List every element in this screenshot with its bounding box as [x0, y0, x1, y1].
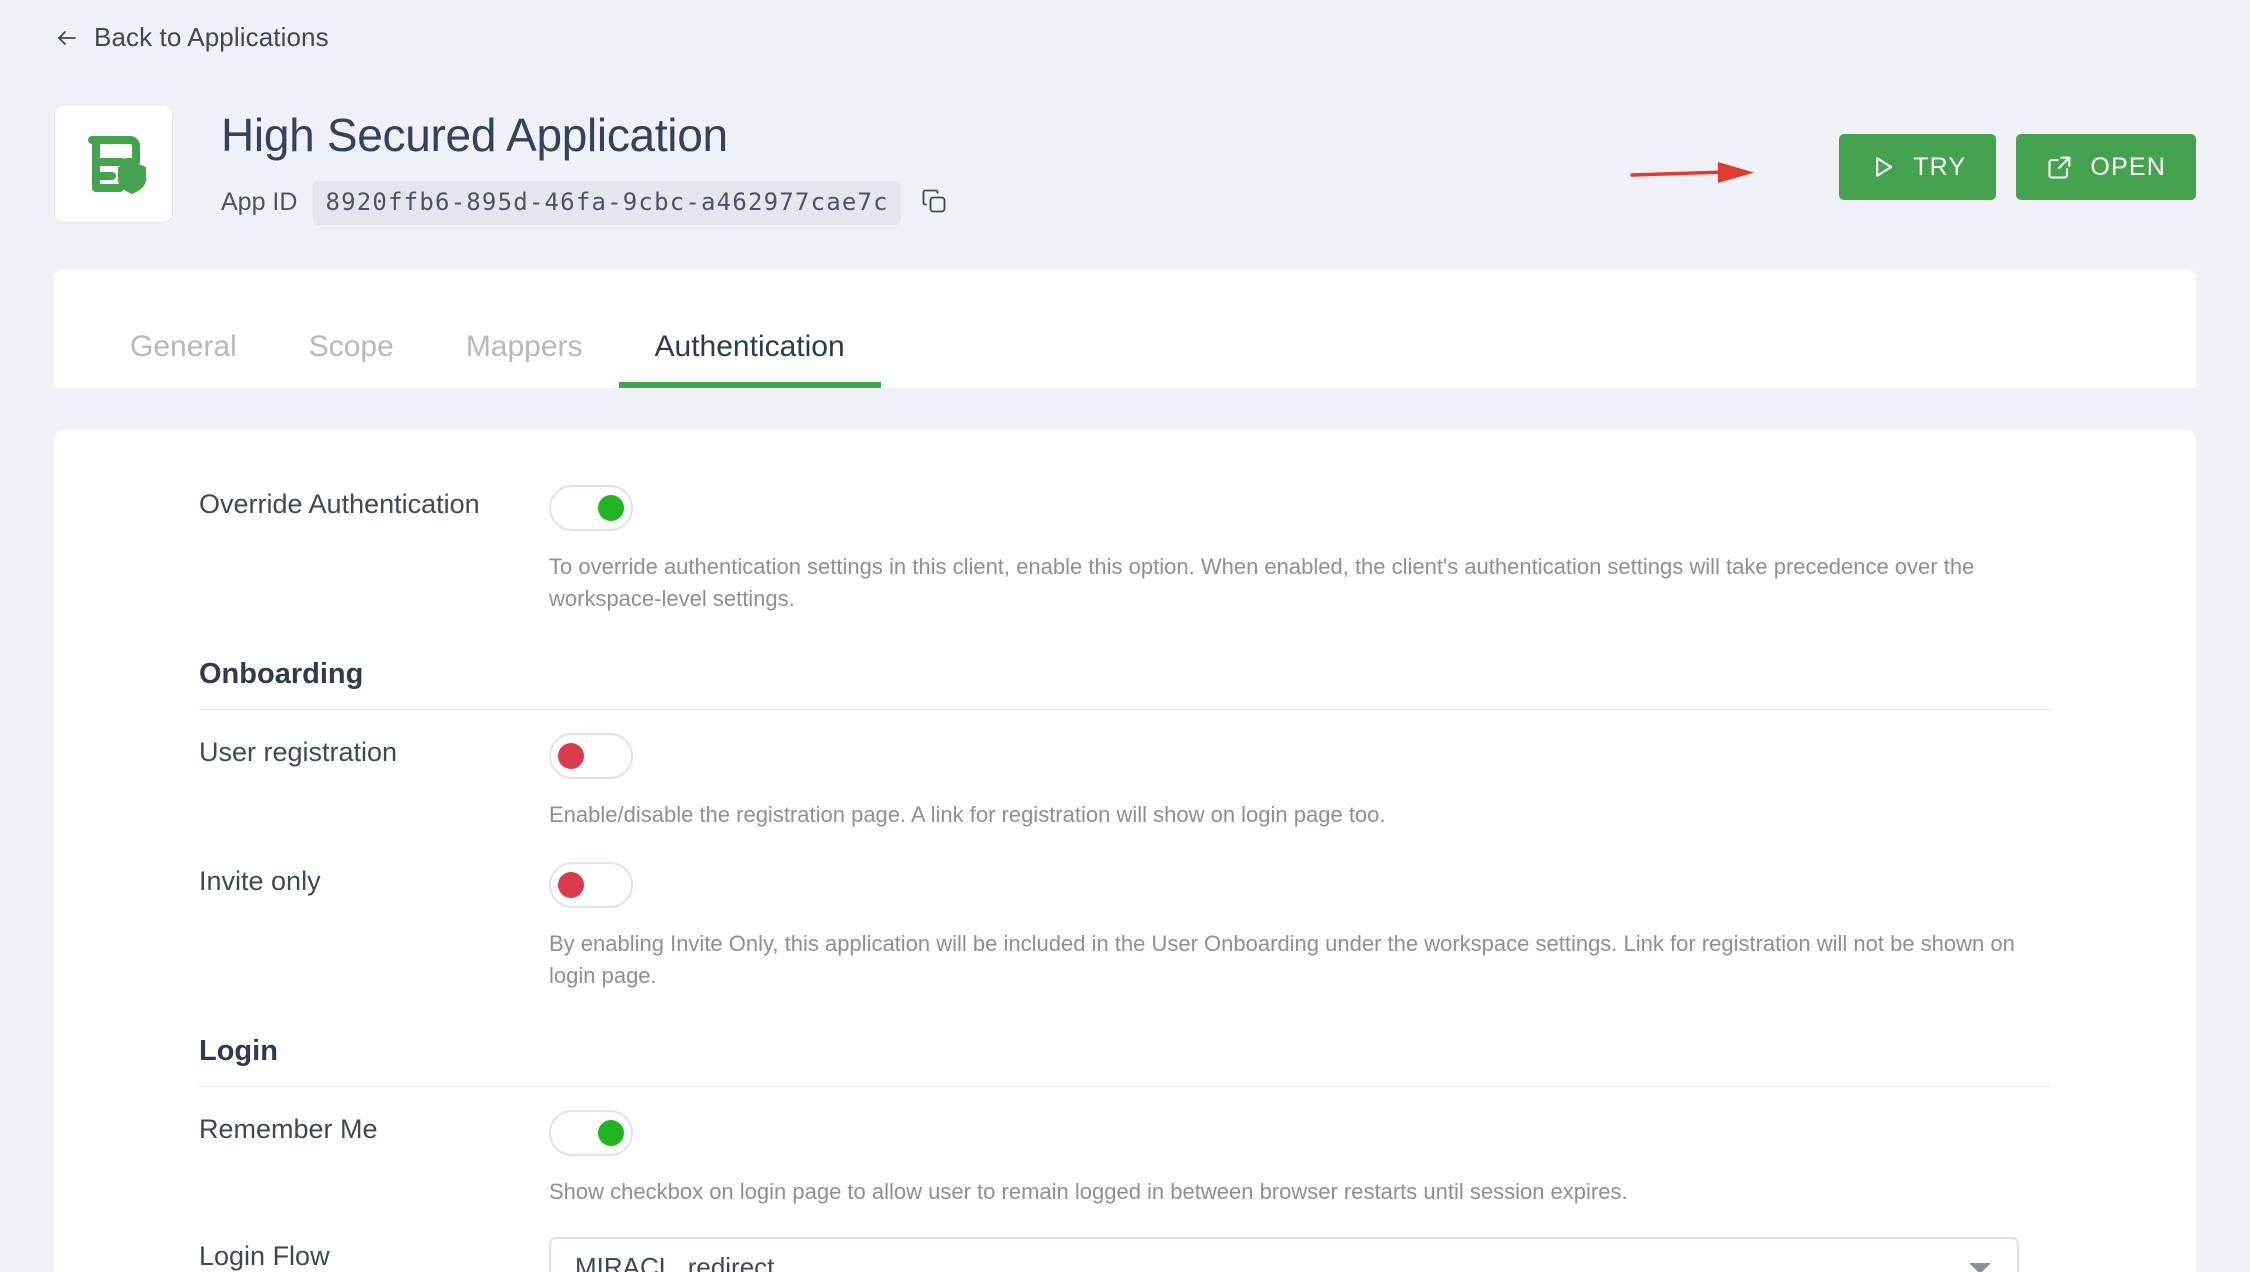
toggle-knob: [598, 1120, 624, 1146]
toggle-knob: [558, 872, 584, 898]
section-divider: [199, 1086, 2051, 1087]
invite-only-control: By enabling Invite Only, this applicatio…: [549, 862, 2196, 992]
open-button-label: OPEN: [2090, 152, 2166, 181]
invite-only-help: By enabling Invite Only, this applicatio…: [549, 931, 2015, 988]
copy-icon: [920, 187, 948, 218]
section-divider: [199, 709, 2051, 710]
application-settings-page: Back to Applications High Secured Applic…: [0, 0, 2250, 1272]
tab-authentication[interactable]: Authentication: [618, 330, 881, 388]
row-remember-me: Remember Me Show checkbox on login page …: [54, 1110, 2196, 1208]
app-id-value: 8920ffb6-895d-46fa-9cbc-a462977cae7c: [313, 180, 901, 225]
remember-me-control: Show checkbox on login page to allow use…: [549, 1110, 2196, 1208]
row-login-flow: Login Flow MIRACL_redirect: [54, 1237, 2196, 1272]
open-button[interactable]: OPEN: [2016, 134, 2196, 200]
section-onboarding-title: Onboarding: [199, 658, 364, 690]
page-title: High Secured Application: [221, 109, 728, 161]
row-override-authentication: Override Authentication To override auth…: [54, 485, 2196, 615]
login-flow-selected-value: MIRACL_redirect: [575, 1251, 775, 1272]
toggle-knob: [558, 743, 584, 769]
try-button-label: TRY: [1913, 152, 1967, 181]
section-login-title: Login: [199, 1035, 278, 1067]
app-id-row: App ID 8920ffb6-895d-46fa-9cbc-a462977ca…: [221, 180, 951, 225]
app-id-label: App ID: [221, 188, 298, 217]
back-link-label: Back to Applications: [94, 22, 329, 52]
copy-app-id-button[interactable]: [917, 186, 951, 220]
tab-general[interactable]: General: [94, 330, 273, 388]
login-flow-select[interactable]: MIRACL_redirect: [549, 1237, 2019, 1272]
invite-only-toggle[interactable]: [549, 862, 633, 908]
user-registration-control: Enable/disable the registration page. A …: [549, 733, 2196, 831]
row-invite-only: Invite only By enabling Invite Only, thi…: [54, 862, 2196, 992]
section-login: Login: [54, 1035, 2196, 1087]
try-button[interactable]: TRY: [1839, 134, 1997, 200]
app-logo: [54, 104, 173, 223]
tab-bar: General Scope Mappers Authentication: [54, 270, 2196, 388]
remember-me-label: Remember Me: [199, 1114, 378, 1144]
external-link-icon: [2046, 153, 2074, 181]
shielded-document-icon: [76, 126, 152, 202]
section-onboarding: Onboarding: [54, 658, 2196, 710]
override-authentication-help: To override authentication settings in t…: [549, 554, 1975, 611]
invite-only-label: Invite only: [199, 866, 321, 896]
login-flow-label: Login Flow: [199, 1241, 330, 1271]
login-flow-control: MIRACL_redirect: [549, 1237, 2196, 1272]
authentication-settings-card: Override Authentication To override auth…: [54, 430, 2196, 1272]
header-actions: TRY OPEN: [1839, 134, 2196, 200]
tab-scope[interactable]: Scope: [273, 330, 430, 388]
play-icon: [1869, 153, 1897, 181]
toggle-knob: [598, 495, 624, 521]
back-to-applications-link[interactable]: Back to Applications: [54, 22, 329, 53]
user-registration-toggle[interactable]: [549, 733, 633, 779]
arrow-left-icon: [54, 25, 80, 51]
user-registration-help: Enable/disable the registration page. A …: [549, 802, 1386, 827]
chevron-down-icon: [1969, 1263, 1991, 1272]
override-authentication-label: Override Authentication: [199, 489, 480, 519]
remember-me-help: Show checkbox on login page to allow use…: [549, 1179, 1628, 1204]
app-meta: High Secured Application App ID 8920ffb6…: [221, 104, 951, 225]
override-authentication-toggle[interactable]: [549, 485, 633, 531]
user-registration-label: User registration: [199, 737, 398, 767]
override-authentication-control: To override authentication settings in t…: [549, 485, 2196, 615]
row-user-registration: User registration Enable/disable the reg…: [54, 733, 2196, 831]
tab-mappers[interactable]: Mappers: [430, 330, 619, 388]
remember-me-toggle[interactable]: [549, 1110, 633, 1156]
tabs-card: General Scope Mappers Authentication: [54, 270, 2196, 388]
